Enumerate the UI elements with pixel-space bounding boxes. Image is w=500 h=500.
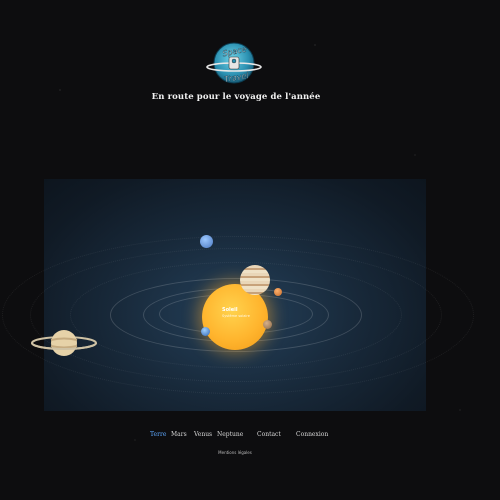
sun-label: Soleil Système solaire (222, 307, 250, 319)
sun-subtitle: Système solaire (222, 314, 250, 318)
planet-saturn[interactable] (30, 328, 98, 358)
planet-venus[interactable] (263, 320, 272, 329)
nav-item-connexion[interactable]: Connexion (296, 431, 328, 438)
nav-item-venus[interactable]: Venus (194, 431, 212, 438)
nav-item-neptune[interactable]: Neptune (217, 431, 243, 438)
planet-mars[interactable] (274, 288, 282, 296)
nav-item-terre[interactable]: Terre (150, 431, 166, 438)
space-travel-logo[interactable]: Space Travel (204, 40, 264, 85)
planet-earth[interactable] (201, 327, 210, 336)
legal-link[interactable]: Mentions légales (0, 450, 470, 455)
planet-neptune[interactable] (200, 235, 213, 248)
nav-item-contact[interactable]: Contact (257, 431, 281, 438)
page-tagline: En route pour le voyage de l'année (151, 92, 321, 102)
planet-jupiter[interactable] (240, 265, 270, 295)
nav-item-mars[interactable]: Mars (171, 431, 187, 438)
main-nav: Terre Mars Venus Neptune Contact Connexi… (0, 431, 500, 441)
